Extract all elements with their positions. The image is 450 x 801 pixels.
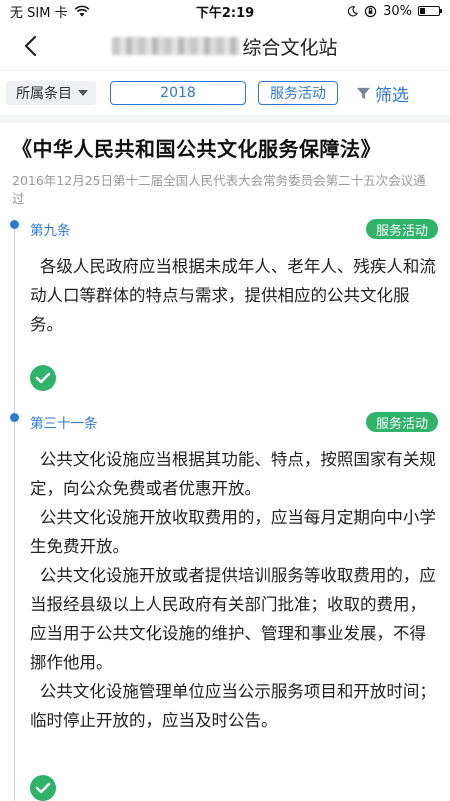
law-subtitle: 2016年12月25日第十二届全国人民代表大会常务委员会第二十五次会议通过 bbox=[12, 173, 426, 206]
funnel-icon bbox=[356, 87, 371, 99]
article-header: 第三十一条 服务活动 bbox=[30, 411, 438, 433]
article-paragraph: 公共文化设施应当根据其功能、特点，按照国家有关规定，向公众免费或者优惠开放。 bbox=[30, 450, 436, 498]
page-title: 综合文化站 bbox=[0, 33, 450, 60]
type-filter-button[interactable]: 服务活动 bbox=[258, 81, 338, 105]
article-paragraph: 公共文化设施开放或者提供培训服务等收取费用的，应当报经县级以上人民政府有关部门批… bbox=[30, 566, 436, 672]
law-title: 《中华人民共和国公共文化服务保障法》 bbox=[12, 137, 381, 161]
moon-icon bbox=[347, 5, 359, 16]
article-tag: 服务活动 bbox=[365, 219, 438, 239]
article-body: 各级人民政府应当根据未成年人、老年人、残疾人和流动人口等群体的特点与需求，提供相… bbox=[30, 252, 438, 339]
article-body: 公共文化设施应当根据其功能、特点，按照国家有关规定，向公众免费或者优惠开放。 公… bbox=[30, 445, 438, 735]
navigation-bar: 综合文化站 bbox=[0, 22, 450, 70]
year-filter-button[interactable]: 2018 bbox=[110, 81, 246, 105]
carrier-label: 无 SIM 卡 bbox=[10, 5, 68, 21]
timeline-dot bbox=[10, 220, 19, 229]
article-number: 第九条 bbox=[30, 223, 71, 239]
status-right: 30% bbox=[347, 3, 442, 19]
redacted-title-prefix bbox=[112, 37, 241, 55]
article-item: 第九条 服务活动 各级人民政府应当根据未成年人、老年人、残疾人和流动人口等群体的… bbox=[0, 214, 450, 391]
article-timeline: 第九条 服务活动 各级人民政府应当根据未成年人、老年人、残疾人和流动人口等群体的… bbox=[0, 214, 450, 801]
article-header: 第九条 服务活动 bbox=[30, 218, 438, 240]
category-dropdown[interactable]: 所属条目 bbox=[6, 81, 96, 105]
article-paragraph: 公共文化设施开放收取费用的，应当每月定期向中小学生免费开放。 bbox=[30, 508, 436, 556]
page-title-suffix: 综合文化站 bbox=[242, 36, 338, 59]
orientation-lock-icon bbox=[364, 5, 377, 17]
triangle-down-icon bbox=[78, 90, 88, 96]
category-label: 所属条目 bbox=[16, 86, 72, 102]
section-divider bbox=[0, 115, 450, 123]
status-bar: 无 SIM 卡 下午2:19 30% bbox=[0, 0, 450, 22]
timeline-dot bbox=[10, 413, 19, 422]
wifi-icon bbox=[74, 5, 89, 17]
filter-bar: 所属条目 2018 服务活动 筛选 bbox=[0, 70, 450, 115]
article-paragraph: 各级人民政府应当根据未成年人、老年人、残疾人和流动人口等群体的特点与需求，提供相… bbox=[30, 257, 436, 334]
article-item: 第三十一条 服务活动 公共文化设施应当根据其功能、特点，按照国家有关规定，向公众… bbox=[0, 391, 450, 801]
check-circle-icon[interactable] bbox=[30, 775, 56, 801]
check-circle-icon[interactable] bbox=[30, 365, 56, 391]
filter-label: 筛选 bbox=[375, 85, 409, 106]
battery-percent: 30% bbox=[383, 3, 412, 19]
chevron-left-icon bbox=[24, 35, 37, 57]
status-left: 无 SIM 卡 bbox=[10, 2, 90, 21]
filter-button[interactable]: 筛选 bbox=[356, 81, 409, 106]
article-number: 第三十一条 bbox=[30, 416, 98, 432]
back-button[interactable] bbox=[14, 30, 46, 62]
article-tag: 服务活动 bbox=[365, 412, 438, 432]
article-paragraph: 公共文化设施管理单位应当公示服务项目和开放时间；临时停止开放的，应当及时公告。 bbox=[30, 682, 436, 730]
battery-icon bbox=[418, 6, 442, 16]
battery-fill bbox=[420, 8, 426, 14]
